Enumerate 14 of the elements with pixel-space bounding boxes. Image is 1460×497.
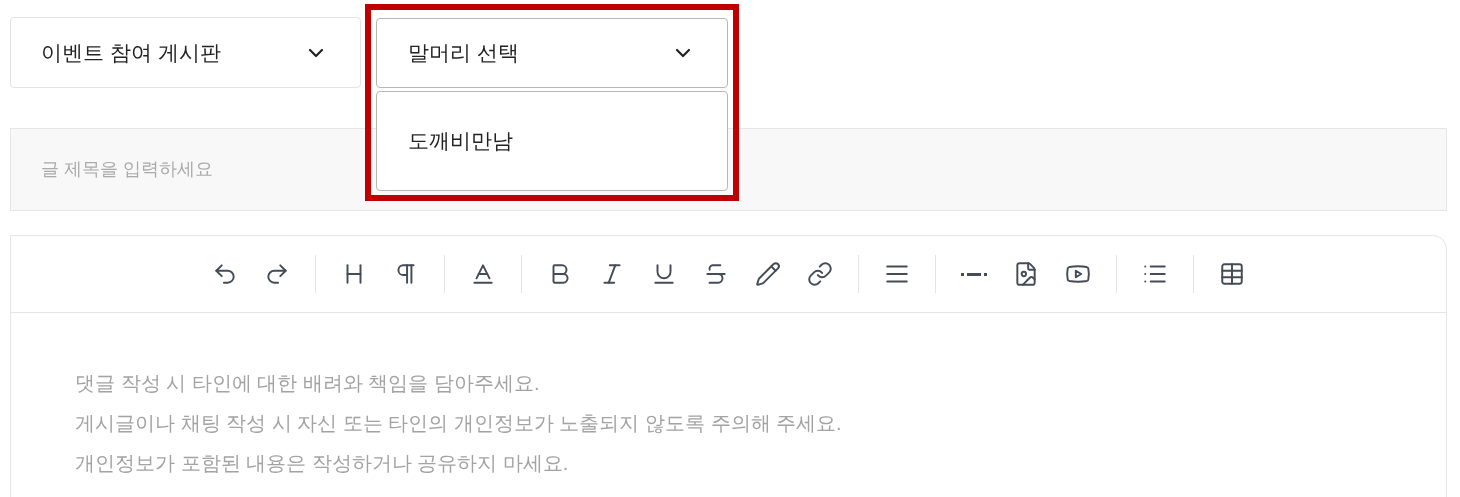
board-select[interactable]: 이벤트 참여 게시판	[10, 17, 361, 88]
editor-placeholder-text: 댓글 작성 시 타인에 대한 배려와 책임을 담아주세요.	[75, 371, 541, 396]
undo-icon	[212, 261, 238, 287]
pencil-icon	[755, 261, 781, 287]
redo-icon	[264, 261, 290, 287]
image-icon	[1013, 261, 1039, 287]
font-color-icon	[470, 261, 496, 287]
underline-icon	[651, 261, 677, 287]
editor-placeholder-text: 게시글이나 채팅 작성 시 자신 또는 타인의 개인정보가 노출되지 않도록 주의해 주세요.	[75, 411, 843, 436]
horizontal-line-icon	[961, 272, 987, 276]
link-icon	[807, 261, 833, 287]
table-icon	[1219, 261, 1245, 287]
header-select[interactable]: 말머리 선택	[376, 18, 728, 88]
editor-placeholder-text: 개인정보가 포함된 내용은 작성하거나 공유하지 마세요.	[75, 451, 570, 476]
